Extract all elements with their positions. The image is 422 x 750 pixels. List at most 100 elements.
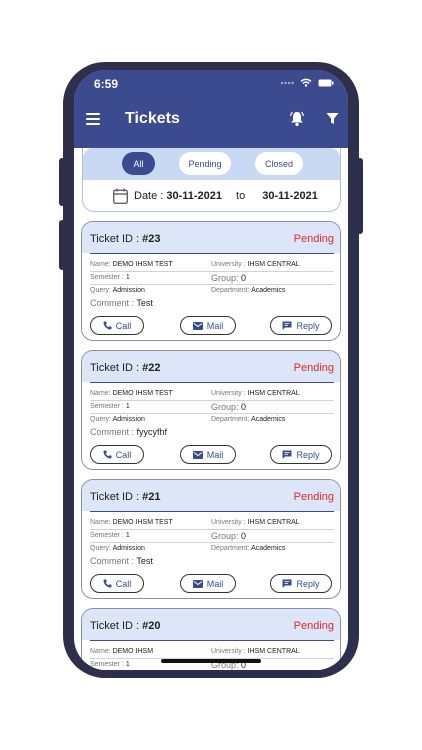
group-label: Group:: [211, 402, 239, 412]
ticket-header: Ticket ID : #22 Pending: [82, 351, 340, 382]
ticket-id: Ticket ID : #21: [90, 491, 161, 503]
comment-label: Comment :: [90, 556, 135, 566]
reply-label: Reply: [296, 320, 320, 331]
field-semester: Semester : 1: [90, 403, 130, 410]
reply-icon: [282, 450, 292, 459]
field-name: Name: DEMO IHSM TEST: [90, 519, 173, 526]
field-name: Name: DEMO IHSM TEST: [90, 261, 173, 268]
ticket-id: Ticket ID : #23: [90, 233, 161, 245]
name-value: DEMO IHSM: [112, 648, 154, 655]
field-university: University : IHSM CENTRAL: [211, 648, 300, 655]
name-value: DEMO IHSM TEST: [112, 519, 173, 526]
ticket-card[interactable]: Ticket ID : #22 Pending Name: DEMO IHSM …: [81, 350, 341, 470]
department-label: Department:: [211, 545, 250, 552]
ticket-status: Pending: [293, 233, 334, 245]
ticket-id-value: #23: [142, 233, 161, 245]
semester-value: 1: [125, 274, 130, 281]
comment-value: Test: [136, 556, 153, 566]
divider: [90, 271, 334, 272]
name-label: Name:: [90, 519, 111, 526]
filter-icon[interactable]: [326, 112, 339, 125]
group-value: 0: [241, 273, 247, 283]
university-label: University :: [211, 390, 246, 397]
field-group: Group: 0: [211, 402, 246, 412]
mail-button[interactable]: Mail: [180, 445, 236, 464]
ticket-card[interactable]: Ticket ID : #21 Pending Name: DEMO IHSM …: [81, 479, 341, 599]
field-university: University : IHSM CENTRAL: [211, 390, 300, 397]
ticket-card[interactable]: Ticket ID : #23 Pending Name: DEMO IHSM …: [81, 221, 341, 341]
university-label: University :: [211, 648, 246, 655]
department-value: Academics: [251, 416, 286, 423]
field-department: Department: Academics: [211, 545, 285, 552]
ticket-id-value: #22: [142, 362, 161, 374]
reply-button[interactable]: Reply: [270, 574, 332, 593]
tab-all[interactable]: All: [122, 152, 155, 175]
mail-label: Mail: [206, 578, 224, 589]
date-range[interactable]: Date : 30-11-2021 to 30-11-2021: [113, 188, 318, 204]
header-divider: [90, 511, 334, 512]
department-value: Academics: [251, 287, 286, 294]
semester-label: Semester :: [90, 532, 124, 539]
field-query: Query: Admission: [90, 416, 145, 423]
reply-label: Reply: [296, 449, 320, 460]
mail-label: Mail: [206, 449, 224, 460]
date-from[interactable]: 30-11-2021: [166, 190, 222, 202]
university-label: University :: [211, 261, 246, 268]
field-university: University : IHSM CENTRAL: [211, 261, 300, 268]
app-bar: 6:59 Tickets: [74, 70, 348, 148]
reply-button[interactable]: Reply: [270, 445, 332, 464]
semester-label: Semester :: [90, 274, 124, 281]
group-value: 0: [241, 402, 247, 412]
tab-pending[interactable]: Pending: [179, 152, 231, 175]
ticket-id-label: Ticket ID :: [90, 620, 140, 632]
group-value: 0: [241, 531, 247, 541]
field-semester: Semester : 1: [90, 274, 130, 281]
group-label: Group:: [211, 531, 239, 541]
field-semester: Semester : 1: [90, 532, 130, 539]
date-to[interactable]: 30-11-2021: [262, 190, 318, 202]
menu-icon[interactable]: [86, 113, 100, 125]
field-comment: Comment : Test: [90, 298, 153, 308]
query-label: Query:: [90, 416, 112, 423]
mail-icon: [192, 321, 203, 330]
name-label: Name:: [90, 648, 111, 655]
call-label: Call: [115, 320, 132, 331]
ticket-status: Pending: [293, 620, 334, 632]
ticket-id-label: Ticket ID :: [90, 362, 140, 374]
header-divider: [90, 382, 334, 383]
call-button[interactable]: Call: [90, 316, 144, 335]
mail-button[interactable]: Mail: [180, 574, 236, 593]
phone-side-button: [59, 158, 65, 206]
name-label: Name:: [90, 261, 111, 268]
app-screen: 6:59 Tickets All Pending Closed Date: 3…: [74, 70, 348, 670]
ticket-header: Ticket ID : #20 Pending: [82, 609, 340, 640]
phone-side-button: [59, 220, 65, 270]
comment-label: Comment :: [90, 427, 135, 437]
university-value: IHSM CENTRAL: [247, 261, 300, 268]
mail-button[interactable]: Mail: [180, 316, 236, 335]
mail-icon: [192, 450, 203, 459]
ticket-status: Pending: [293, 491, 334, 503]
page-title: Tickets: [125, 110, 180, 127]
call-label: Call: [115, 578, 132, 589]
call-button[interactable]: Call: [90, 574, 144, 593]
status-tabs: All Pending Closed: [83, 148, 340, 180]
field-query: Query: Admission: [90, 545, 145, 552]
phone-side-button: [357, 158, 363, 234]
department-value: Academics: [251, 545, 286, 552]
reply-label: Reply: [296, 578, 320, 589]
ticket-id: Ticket ID : #22: [90, 362, 161, 374]
phone-icon: [103, 579, 112, 588]
field-university: University : IHSM CENTRAL: [211, 519, 300, 526]
filter-card: All Pending Closed Date : 30-11-2021 to …: [82, 148, 341, 212]
name-label: Name:: [90, 390, 111, 397]
call-button[interactable]: Call: [90, 445, 144, 464]
tab-closed[interactable]: Closed: [255, 152, 303, 175]
calendar-icon[interactable]: [113, 188, 128, 204]
bell-icon[interactable]: [289, 110, 305, 127]
reply-icon: [282, 321, 292, 330]
field-department: Department: Academics: [211, 287, 285, 294]
name-value: DEMO IHSM TEST: [112, 390, 173, 397]
reply-button[interactable]: Reply: [270, 316, 332, 335]
comment-label: Comment :: [90, 298, 135, 308]
